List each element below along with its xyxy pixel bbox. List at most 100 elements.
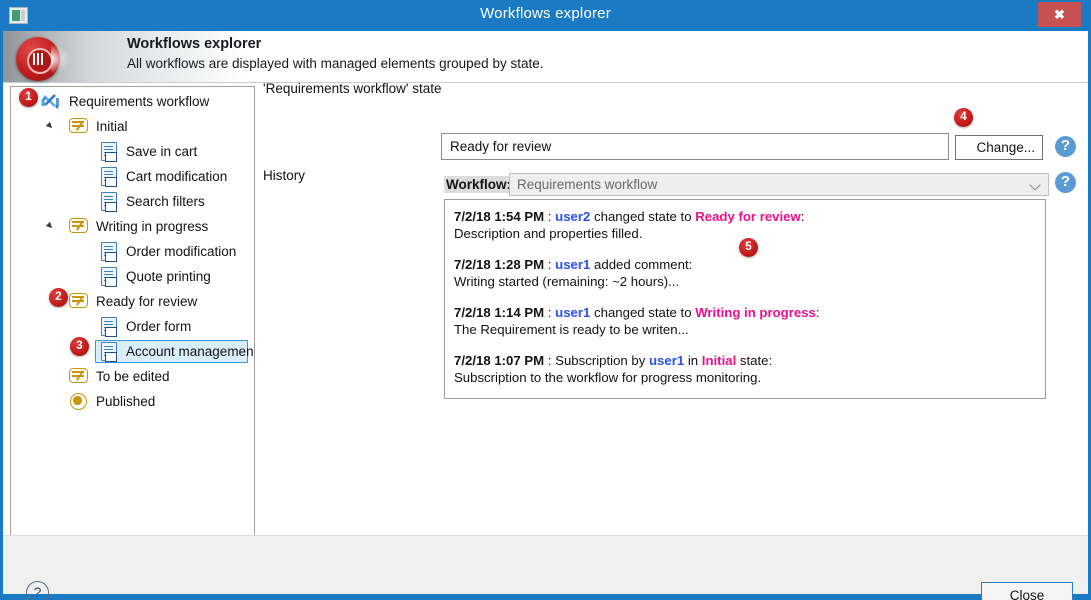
history-entry: 7/2/18 1:54 PM : user2 changed state to … (454, 208, 1036, 242)
history-sep: : (544, 257, 556, 272)
help-icon-footer[interactable]: ? (26, 581, 49, 600)
history-detail: Subscription to the workflow for progres… (454, 370, 762, 385)
workflow-tree-panel[interactable]: Requirements workflow Initial ⊞ Save in … (10, 86, 255, 570)
close-button[interactable]: Close (981, 582, 1073, 600)
tree-item-label: Quote printing (126, 269, 211, 284)
history-action: added comment: (590, 257, 693, 272)
history-user: user1 (649, 353, 685, 368)
tree-item-label: Order form (126, 319, 192, 334)
tree-item-label: Writing in progress (96, 219, 209, 234)
tree-item-published[interactable]: Published (11, 389, 254, 414)
history-prefix: Subscription by (555, 353, 649, 368)
document-icon: ⊞ (101, 142, 117, 162)
window-title: Workflows explorer (480, 5, 611, 22)
tree-item-label: Save in cart (126, 144, 198, 159)
history-list[interactable]: 7/2/18 1:54 PM : user2 changed state to … (444, 199, 1046, 399)
history-sep: : (544, 209, 556, 224)
banner-title: Workflows explorer (127, 36, 262, 52)
tree-item-quote-printing[interactable]: ⊞ Quote printing (11, 264, 254, 289)
tree-item-label: Ready for review (96, 294, 198, 309)
workflow-icon (41, 92, 61, 110)
history-timestamp: 7/2/18 1:07 PM (454, 353, 545, 368)
expand-arrow-icon[interactable] (45, 221, 55, 231)
history-entry: 7/2/18 1:28 PM : user1 added comment: Wr… (454, 256, 1036, 290)
annotation-badge-4: 4 (954, 108, 973, 127)
history-timestamp: 7/2/18 1:54 PM (454, 209, 545, 224)
state-icon (69, 218, 88, 233)
tree-item-account-management[interactable]: ⊞ Account management (11, 339, 254, 364)
window-close-button[interactable]: ✖ (1038, 2, 1081, 27)
chevron-down-icon[interactable] (1029, 179, 1041, 191)
history-colon: : (815, 305, 820, 320)
document-icon: ⊞ (101, 167, 117, 187)
workflow-combo[interactable]: Requirements workflow (509, 173, 1049, 196)
tree-item-to-be-edited[interactable]: To be edited (11, 364, 254, 389)
state-field-label: 'Requirements workflow' state (263, 81, 442, 96)
history-field-label: History (263, 168, 306, 183)
history-state: Writing in progress (695, 305, 816, 320)
tree-item-cart-modification[interactable]: ⊞ Cart modification (11, 164, 254, 189)
tree-item-label: Published (96, 394, 156, 409)
history-user: user1 (555, 257, 591, 272)
history-detail: The Requirement is ready to be writen... (454, 322, 689, 337)
history-colon: state: (736, 353, 773, 368)
workflow-combo-value: Requirements workflow (517, 177, 658, 192)
published-icon (70, 393, 87, 410)
annotation-badge-2: 2 (49, 288, 68, 307)
document-icon: ⊞ (101, 317, 117, 337)
history-detail: Writing started (remaining: ~2 hours)... (454, 274, 680, 289)
annotation-badge-5: 5 (739, 238, 758, 257)
history-action: in (684, 353, 702, 368)
document-icon: ⊞ (101, 342, 117, 362)
tree-item-order-form[interactable]: ⊞ Order form (11, 314, 254, 339)
history-sep: : (544, 353, 556, 368)
tree-item-save-in-cart[interactable]: ⊞ Save in cart (11, 139, 254, 164)
tree-item-label: Requirements workflow (69, 94, 210, 109)
banner-glow (51, 45, 69, 73)
history-action: changed state to (590, 305, 696, 320)
title-bar: Workflows explorer ✖ (0, 0, 1091, 31)
banner-subtitle: All workflows are displayed with managed… (127, 56, 544, 71)
history-timestamp: 7/2/18 1:14 PM (454, 305, 545, 320)
workflows-explorer-window: Workflows explorer ✖ Workflows explorer … (0, 0, 1091, 600)
state-icon (69, 368, 88, 383)
tree-item-label: Account management (126, 344, 255, 359)
history-entry: 7/2/18 1:14 PM : user1 changed state to … (454, 304, 1036, 338)
help-icon-state[interactable]: ? (1055, 136, 1076, 157)
tree-item-label: To be edited (96, 369, 170, 384)
state-icon (69, 293, 88, 308)
history-action: changed state to (590, 209, 696, 224)
state-input[interactable] (441, 133, 949, 160)
document-icon: ⊞ (101, 192, 117, 212)
workflow-combo-label: Workflow: (444, 176, 513, 193)
annotation-badge-3: 3 (70, 337, 89, 356)
history-user: user2 (555, 209, 591, 224)
history-state: Ready for review (695, 209, 801, 224)
tree-item-label: Initial (96, 119, 128, 134)
history-entry: 7/2/18 1:07 PM : Subscription by user1 i… (454, 352, 1036, 386)
history-colon: : (800, 209, 805, 224)
tree-item-initial[interactable]: Initial (11, 114, 254, 139)
tree-item-writing-in-progress[interactable]: Writing in progress (11, 214, 254, 239)
annotation-badge-1: 1 (19, 88, 38, 107)
tree-item-label: Order modification (126, 244, 237, 259)
history-sep: : (544, 305, 556, 320)
client-area: Workflows explorer All workflows are dis… (3, 31, 1088, 600)
close-button-rest: lose (1019, 588, 1045, 600)
document-icon: ⊞ (101, 242, 117, 262)
footer-bar: ? Close (3, 535, 1088, 600)
state-icon (69, 118, 88, 133)
help-icon-workflow[interactable]: ? (1055, 172, 1076, 193)
tree-item-search-filters[interactable]: ⊞ Search filters (11, 189, 254, 214)
banner: Workflows explorer All workflows are dis… (3, 31, 1088, 83)
tree-item-label: Search filters (126, 194, 205, 209)
expand-arrow-icon[interactable] (45, 121, 55, 131)
history-user: user1 (555, 305, 591, 320)
tree-item-label: Cart modification (126, 169, 228, 184)
document-icon: ⊞ (101, 267, 117, 287)
tree-item-ready-for-review[interactable]: Ready for review (11, 289, 254, 314)
tree-item-requirements-workflow[interactable]: Requirements workflow (11, 89, 254, 114)
change-state-button[interactable]: Change... (955, 135, 1043, 160)
history-timestamp: 7/2/18 1:28 PM (454, 257, 545, 272)
tree-item-order-modification[interactable]: ⊞ Order modification (11, 239, 254, 264)
